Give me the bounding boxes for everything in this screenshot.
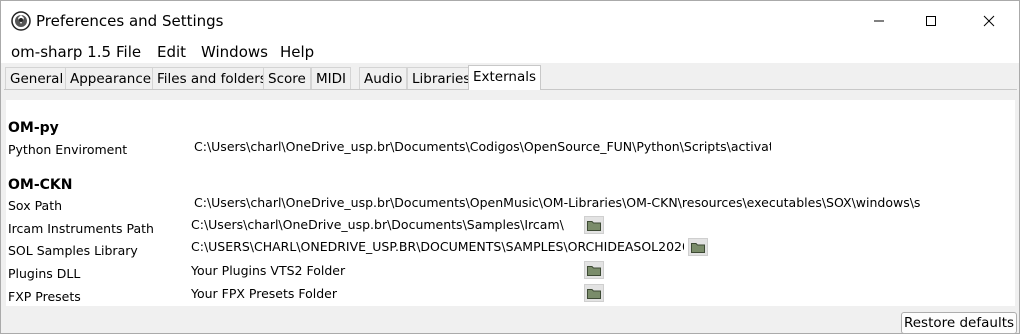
python-environment-field[interactable]: C:\Users\charl\OneDrive_usp.br\Documents… — [191, 138, 771, 156]
row-label-ircam-instruments-path: Ircam Instruments Path — [8, 221, 154, 236]
tab-bar: General Appearance Files and folders Sco… — [1, 65, 1019, 90]
sol-samples-folder-button[interactable] — [688, 238, 708, 256]
row-label-sol-samples-library: SOL Samples Library — [8, 243, 138, 258]
tab-externals[interactable]: Externals — [468, 65, 542, 90]
menu-windows[interactable]: Windows — [201, 44, 268, 61]
fxp-presets-field[interactable]: Your FPX Presets Folder — [188, 285, 578, 303]
ircam-instruments-path-field[interactable]: C:\Users\charl\OneDrive_usp.br\Documents… — [188, 216, 578, 234]
sox-path-field[interactable]: C:\Users\charl\OneDrive_usp.br\Documents… — [191, 194, 921, 212]
row-label-plugins-dll: Plugins DLL — [8, 266, 81, 281]
tab-general[interactable]: General — [5, 67, 69, 89]
externals-panel: OM-py Python Enviroment C:\Users\charl\O… — [4, 89, 1017, 307]
minimize-icon — [874, 20, 884, 22]
sol-samples-library-field[interactable]: C:\USERS\CHARL\ONEDRIVE_USP.BR\DOCUMENTS… — [188, 238, 684, 256]
app-icon — [11, 11, 31, 31]
tab-appearance[interactable]: Appearance — [65, 67, 157, 89]
folder-icon — [691, 242, 705, 253]
row-label-sox-path: Sox Path — [8, 198, 63, 213]
plugins-dll-field[interactable]: Your Plugins VTS2 Folder — [188, 262, 578, 280]
menu-file[interactable]: File — [116, 44, 141, 61]
tab-midi[interactable]: MIDI — [311, 67, 352, 89]
maximize-button[interactable] — [905, 1, 957, 41]
row-label-fxp-presets: FXP Presets — [8, 289, 81, 304]
fxp-presets-folder-button[interactable] — [584, 284, 604, 302]
folder-icon — [587, 220, 601, 231]
close-button[interactable] — [963, 1, 1015, 41]
tab-libraries[interactable]: Libraries — [407, 67, 476, 89]
window-title: Preferences and Settings — [36, 12, 224, 30]
folder-icon — [587, 288, 601, 299]
ircam-instruments-folder-button[interactable] — [584, 216, 604, 234]
restore-defaults-button[interactable]: Restore defaults — [901, 312, 1017, 334]
minimize-button[interactable] — [853, 1, 905, 41]
menu-app[interactable]: om-sharp 1.5 — [11, 44, 111, 61]
section-title-om-py: OM-py — [8, 120, 59, 136]
menu-edit[interactable]: Edit — [157, 44, 186, 61]
folder-icon — [587, 265, 601, 276]
tab-audio[interactable]: Audio — [359, 67, 408, 89]
preferences-window: Preferences and Settings om-sharp 1.5 Fi… — [0, 0, 1020, 334]
menu-bar: om-sharp 1.5 File Edit Windows Help — [1, 41, 1019, 63]
menu-help[interactable]: Help — [280, 44, 314, 61]
title-bar: Preferences and Settings — [1, 1, 1019, 41]
maximize-icon — [926, 16, 936, 26]
externals-content: OM-py Python Enviroment C:\Users\charl\O… — [6, 100, 1015, 306]
tab-files-and-folders[interactable]: Files and folders — [152, 67, 272, 89]
tab-score[interactable]: Score — [263, 67, 311, 89]
section-title-om-ckn: OM-CKN — [8, 177, 73, 193]
close-icon — [983, 15, 995, 27]
plugins-dll-folder-button[interactable] — [584, 261, 604, 279]
row-label-python-environment: Python Enviroment — [8, 142, 128, 157]
